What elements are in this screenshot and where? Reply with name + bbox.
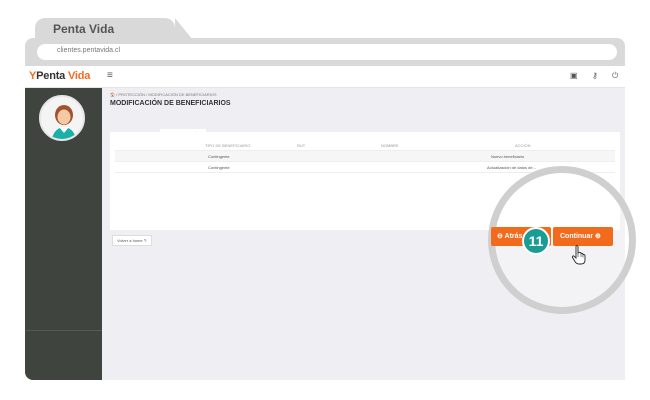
row-type: Contingente bbox=[208, 154, 230, 159]
column-header: RUT bbox=[297, 143, 306, 148]
sidebar-divider bbox=[25, 330, 102, 331]
address-bar-url: clientes.pentavida.cl bbox=[57, 47, 121, 54]
card-icon[interactable]: ▣ bbox=[570, 71, 578, 80]
tutorial-screenshot: Penta Vida clientes.pentavida.cl YPenta … bbox=[0, 0, 650, 400]
breadcrumb: 🏠 / PROTECCIÓN / MODIFICACIÓN DE BENEFIC… bbox=[110, 92, 217, 97]
sidebar bbox=[25, 88, 102, 380]
column-header: NOMBRE bbox=[381, 143, 399, 148]
browser-tab-title: Penta Vida bbox=[53, 22, 115, 36]
penta-vida-logo[interactable]: YPenta Vida bbox=[29, 70, 90, 82]
logo-vida: Vida bbox=[67, 70, 91, 82]
table-header: TIPO DE BENEFICIARIO RUT NOMBRE ACCIÓN bbox=[115, 140, 615, 151]
table-row: Contingente Nuevo beneficiario bbox=[115, 151, 615, 162]
avatar[interactable] bbox=[39, 95, 85, 141]
row-action: Nuevo beneficiario bbox=[491, 154, 525, 159]
step-tabs: 1. BENEFICIARIOS 2. CONFIRMACIÓN 3. COMP… bbox=[110, 122, 256, 139]
user-avatar-icon bbox=[41, 97, 83, 139]
back-home-button[interactable]: Volver a home ↰ bbox=[112, 235, 153, 246]
hamburger-icon[interactable]: ≡ bbox=[107, 70, 113, 81]
app-header: YPenta Vida ≡ ▣ ⚷ ⏻ bbox=[25, 66, 625, 88]
key-icon[interactable]: ⚷ bbox=[592, 71, 598, 80]
row-type: Contingente bbox=[208, 165, 230, 170]
page-title: MODIFICACIÓN DE BENEFICIARIOS bbox=[110, 100, 231, 107]
browser-tab[interactable]: Penta Vida bbox=[35, 18, 193, 40]
column-header: TIPO DE BENEFICIARIO bbox=[205, 143, 251, 148]
power-icon[interactable]: ⏻ bbox=[612, 71, 618, 81]
hand-cursor-icon bbox=[571, 245, 586, 265]
continue-button[interactable]: Continuar ⊕ bbox=[553, 227, 613, 246]
step-number-badge: 11 bbox=[522, 227, 550, 255]
row-action: Actualización de datos de... bbox=[487, 165, 536, 170]
column-header: ACCIÓN bbox=[515, 143, 531, 148]
logo-penta: Penta bbox=[36, 70, 66, 82]
address-bar[interactable]: clientes.pentavida.cl bbox=[37, 44, 617, 60]
